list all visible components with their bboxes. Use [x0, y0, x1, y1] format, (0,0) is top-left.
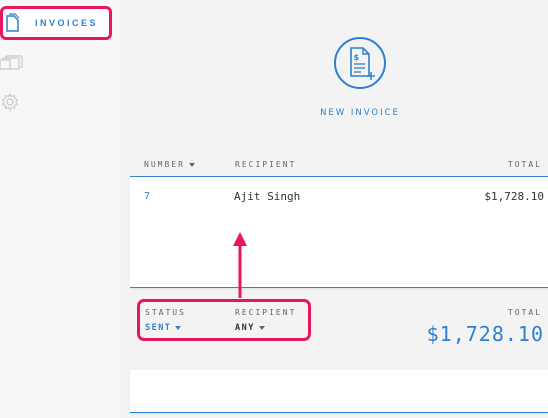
summary-card-footer	[130, 370, 548, 413]
summary-total-value: $1,728.10	[426, 322, 544, 346]
cards-icon	[0, 54, 24, 70]
sidebar-item-cards[interactable]	[0, 54, 24, 70]
column-header-number-label: NUMBER	[144, 160, 185, 169]
invoice-total: $1,728.10	[484, 190, 544, 203]
column-header-number[interactable]: NUMBER	[144, 160, 195, 169]
column-header-recipient: RECIPIENT	[235, 160, 296, 169]
document-icon	[5, 13, 21, 33]
sidebar: INVOICES	[0, 0, 120, 418]
filter-highlight-box	[137, 299, 311, 341]
new-invoice-label: NEW INVOICE	[320, 108, 400, 118]
column-header-recipient-label: RECIPIENT	[235, 160, 297, 169]
column-header-total-label: TOTAL	[507, 160, 542, 169]
summary-total-label: TOTAL	[507, 308, 542, 317]
chevron-down-icon	[188, 162, 195, 167]
sidebar-item-label: INVOICES	[35, 18, 99, 28]
column-header-total: TOTAL	[508, 160, 542, 169]
new-invoice-icon: $	[333, 36, 387, 90]
sidebar-item-settings[interactable]	[0, 92, 20, 112]
invoice-number[interactable]: 7	[144, 191, 150, 202]
annotation-arrow	[233, 232, 247, 298]
table-row[interactable]: 7 Ajit Singh $1,728.10	[130, 176, 548, 288]
svg-text:$: $	[354, 53, 360, 62]
sidebar-item-invoices[interactable]: INVOICES	[0, 6, 112, 40]
invoice-recipient: Ajit Singh	[234, 190, 301, 203]
new-invoice-button[interactable]: $ NEW INVOICE	[305, 36, 415, 118]
gear-icon	[0, 92, 20, 112]
